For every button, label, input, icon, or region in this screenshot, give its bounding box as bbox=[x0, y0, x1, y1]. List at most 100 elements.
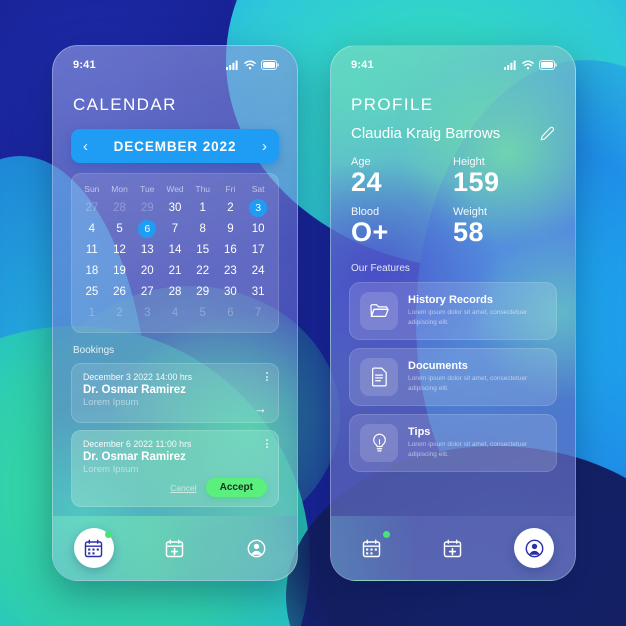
calendar-day[interactable]: 7 bbox=[161, 219, 189, 240]
calendar-day[interactable]: 13 bbox=[133, 240, 161, 261]
calendar-day[interactable]: 25 bbox=[78, 282, 106, 303]
more-vertical-icon[interactable] bbox=[266, 372, 268, 381]
calendar-day[interactable]: 17 bbox=[244, 240, 272, 261]
calendar-day[interactable]: 5 bbox=[106, 219, 134, 240]
calendar-day[interactable]: 29 bbox=[189, 282, 217, 303]
calendar-day-number: 22 bbox=[196, 265, 210, 277]
nav-item-profile[interactable] bbox=[236, 528, 276, 568]
calendar-day[interactable]: 1 bbox=[189, 198, 217, 219]
profile-name: Claudia Kraig Barrows bbox=[351, 125, 501, 142]
nav-item-profile[interactable] bbox=[514, 528, 555, 568]
calendar-day-number: 9 bbox=[227, 223, 234, 235]
calendar-day[interactable]: 20 bbox=[133, 261, 161, 282]
arrow-right-icon[interactable]: → bbox=[254, 402, 267, 415]
nav-item-calendar[interactable] bbox=[352, 528, 392, 568]
calendar-day-number: 12 bbox=[113, 244, 126, 256]
status-time: 9:41 bbox=[351, 59, 374, 71]
nav-item-calendar[interactable] bbox=[73, 528, 114, 568]
feature-item[interactable]: History Records Lorem ipsum dolor sit ame… bbox=[349, 281, 557, 340]
calendar-plus-icon bbox=[166, 539, 184, 557]
battery-icon bbox=[261, 60, 279, 70]
calendar-day-number: 4 bbox=[171, 307, 179, 319]
calendar-day-number: 27 bbox=[85, 202, 99, 214]
nav-item-calendar-plus[interactable] bbox=[433, 528, 473, 568]
pencil-icon[interactable] bbox=[539, 126, 555, 142]
calendar-day[interactable]: 8 bbox=[189, 219, 217, 240]
calendar-day[interactable]: 1 bbox=[78, 303, 106, 324]
signal-bars-icon bbox=[504, 60, 516, 70]
calendar-day[interactable]: 15 bbox=[189, 240, 217, 261]
calendar-day[interactable]: 18 bbox=[78, 261, 106, 282]
nav-item-calendar-plus[interactable] bbox=[155, 528, 195, 568]
folder-icon bbox=[369, 304, 389, 318]
calendar-day[interactable]: 2 bbox=[217, 198, 245, 219]
booking-card[interactable]: December 3 2022 14:00 hrs Dr. Osmar Rami… bbox=[71, 363, 279, 423]
calendar-day-number: 13 bbox=[140, 244, 154, 256]
calendar-day-number: 2 bbox=[227, 202, 234, 214]
calendar-day[interactable]: 27 bbox=[133, 282, 161, 303]
calendar-day[interactable]: 28 bbox=[161, 282, 189, 303]
more-vertical-icon[interactable] bbox=[266, 439, 268, 448]
calendar-day-number: 5 bbox=[199, 307, 206, 319]
battery-icon bbox=[539, 60, 557, 70]
calendar-day[interactable]: 28 bbox=[106, 198, 134, 219]
calendar-day[interactable]: 29 bbox=[133, 198, 161, 219]
calendar-day-grid[interactable]: 27 28 29 30 1 2 3 4 5 6 7 8 9 10 11 12 13 14 15 16 17 18 19 20 2… bbox=[78, 198, 272, 324]
calendar-day[interactable]: 26 bbox=[106, 282, 134, 303]
calendar-day[interactable]: 3 bbox=[133, 303, 161, 324]
chevron-left-icon[interactable]: ‹ bbox=[83, 139, 88, 154]
cancel-button[interactable]: Cancel bbox=[170, 483, 196, 493]
feature-text: History Records Lorem ipsum dolor sit ame… bbox=[408, 294, 546, 327]
calendar-weekday: Wed bbox=[166, 184, 184, 194]
calendar-day[interactable]: 30 bbox=[161, 198, 189, 219]
calendar-day[interactable]: 11 bbox=[78, 240, 106, 261]
calendar-day[interactable]: 6 bbox=[217, 303, 245, 324]
bottom-navigation-profile[interactable] bbox=[331, 516, 575, 580]
booking-subtitle: Lorem Ipsum bbox=[83, 464, 139, 475]
calendar-day-number: 30 bbox=[168, 202, 182, 214]
booking-card[interactable]: December 6 2022 11:00 hrs Dr. Osmar Rami… bbox=[71, 430, 279, 507]
calendar-day-number: 19 bbox=[113, 265, 126, 277]
stat-item: Age 24 bbox=[351, 156, 453, 196]
month-navigation[interactable]: ‹ DECEMBER 2022 › bbox=[71, 129, 279, 163]
calendar-day[interactable]: 9 bbox=[217, 219, 245, 240]
calendar-day[interactable]: 12 bbox=[106, 240, 134, 261]
feature-item[interactable]: Tips Lorem ipsum dolor sit amet, consecte… bbox=[349, 413, 557, 472]
calendar-day[interactable]: 5 bbox=[189, 303, 217, 324]
calendar-day-number: 25 bbox=[85, 286, 99, 298]
stat-value: O+ bbox=[351, 217, 389, 248]
calendar-day[interactable]: 16 bbox=[217, 240, 245, 261]
calendar-day[interactable]: 2 bbox=[106, 303, 134, 324]
calendar-day[interactable]: 6 bbox=[133, 219, 161, 240]
calendar-day[interactable]: 22 bbox=[189, 261, 217, 282]
calendar-day[interactable]: 4 bbox=[78, 219, 106, 240]
calendar-day-number: 29 bbox=[140, 202, 154, 214]
calendar-day-number: 6 bbox=[138, 220, 157, 238]
feature-item[interactable]: Documents Lorem ipsum dolor sit amet, con… bbox=[349, 347, 557, 406]
calendar-day[interactable]: 4 bbox=[161, 303, 189, 324]
profile-icon bbox=[525, 539, 544, 557]
calendar-day[interactable]: 3 bbox=[244, 198, 272, 219]
feature-text: Documents Lorem ipsum dolor sit amet, con… bbox=[408, 360, 546, 393]
calendar-day[interactable]: 14 bbox=[161, 240, 189, 261]
calendar-day[interactable]: 21 bbox=[161, 261, 189, 282]
calendar-day[interactable]: 19 bbox=[106, 261, 134, 282]
status-icons bbox=[504, 60, 557, 70]
status-bar-calendar: 9:41 bbox=[53, 46, 297, 71]
calendar-day[interactable]: 23 bbox=[217, 261, 245, 282]
bottom-navigation-calendar[interactable] bbox=[53, 516, 297, 580]
calendar-day[interactable]: 7 bbox=[244, 303, 272, 324]
calendar-day[interactable]: 10 bbox=[244, 219, 272, 240]
calendar-day[interactable]: 24 bbox=[244, 261, 272, 282]
accept-button[interactable]: Accept bbox=[205, 478, 267, 497]
calendar-day-number: 28 bbox=[168, 286, 182, 298]
chevron-right-icon[interactable]: › bbox=[262, 139, 267, 154]
calendar-day-number: 11 bbox=[85, 244, 98, 256]
calendar-day-number: 1 bbox=[199, 202, 206, 214]
calendar-day[interactable]: 30 bbox=[217, 282, 245, 303]
calendar-day[interactable]: 31 bbox=[244, 282, 272, 303]
calendar-day[interactable]: 27 bbox=[78, 198, 106, 219]
calendar-day-number: 10 bbox=[251, 223, 265, 235]
notification-badge bbox=[104, 531, 112, 538]
feature-icon-box bbox=[360, 423, 398, 462]
